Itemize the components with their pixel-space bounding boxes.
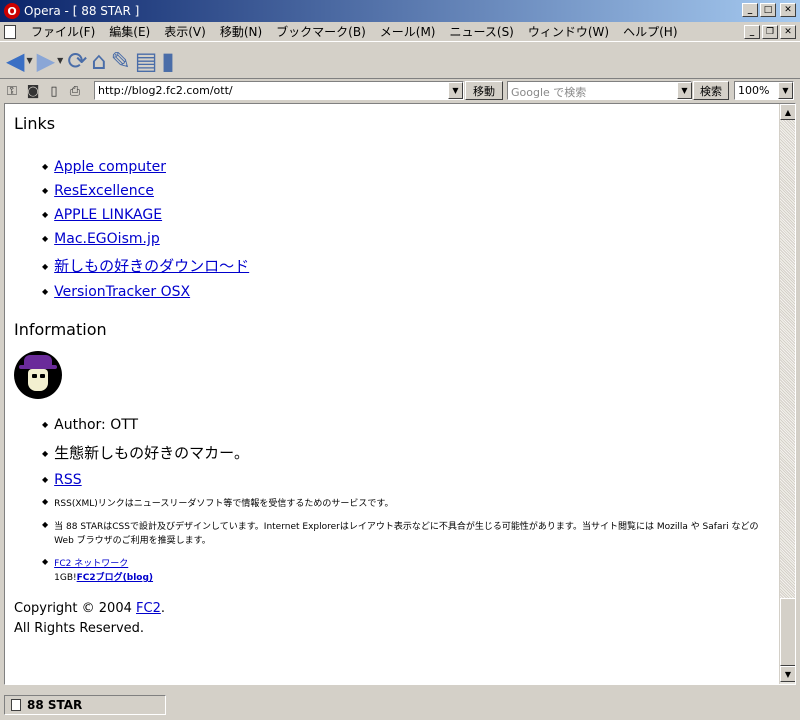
- list-item: Mac.EGOism.jp: [42, 231, 770, 247]
- url-dropdown-icon[interactable]: ▼: [448, 82, 463, 99]
- back-dropdown-icon[interactable]: ▼: [26, 56, 32, 65]
- list-item: ResExcellence: [42, 183, 770, 199]
- opera-logo-icon: O: [4, 3, 20, 19]
- css-note: 当 88 STARはCSSで設計及びデザインしています。Internet Exp…: [54, 522, 759, 546]
- forward-arrow-icon: ▶: [36, 46, 56, 75]
- link-apple-computer[interactable]: Apple computer: [54, 159, 166, 175]
- rss-link[interactable]: RSS: [54, 472, 82, 488]
- list-item: Apple computer: [42, 159, 770, 175]
- doc-minimize-icon[interactable]: _: [744, 25, 760, 39]
- menu-news[interactable]: ニュース(S): [442, 23, 520, 40]
- close-icon[interactable]: ✕: [780, 3, 796, 17]
- info-list: Author: OTT 生態新しもの好きのマカー。 RSS RSS(XML)リン…: [14, 417, 770, 585]
- fc2-block: FC2 ネットワーク 1GB!FC2ブログ(blog): [54, 557, 153, 585]
- link-apple-linkage[interactable]: APPLE LINKAGE: [54, 207, 162, 223]
- menu-file[interactable]: ファイル(F): [24, 23, 102, 40]
- minimize-icon[interactable]: _: [742, 3, 758, 17]
- list-item: RSS: [42, 472, 770, 488]
- document-window-controls: _ ❐ ✕: [744, 25, 796, 39]
- search-input[interactable]: Google で検索: [507, 81, 692, 100]
- hotlist-icon[interactable]: ✎: [111, 47, 131, 75]
- document-icon[interactable]: [4, 24, 16, 39]
- links-heading: Links: [14, 114, 56, 133]
- information-heading: Information: [14, 320, 107, 339]
- vertical-scrollbar[interactable]: ▲ ▼: [779, 104, 795, 684]
- list-item: VersionTracker OSX: [42, 284, 770, 300]
- copyright: Copyright © 2004 FC2. All Rights Reserve…: [14, 599, 770, 639]
- printer-icon[interactable]: ⎙: [67, 83, 83, 99]
- address-bar: ⚿ ◙ ▯ ⎙ http://blog2.fc2.com/ott/ ▼ 移動 G…: [0, 80, 800, 102]
- url-input[interactable]: http://blog2.fc2.com/ott/: [94, 81, 464, 100]
- title-bar: O Opera - [ 88 STAR ] _ □ ✕: [0, 0, 800, 22]
- page-viewport: Links Apple computer ResExcellence APPLE…: [4, 103, 796, 685]
- author-text: Author: OTT: [54, 417, 139, 433]
- fc2-prefix: 1GB!: [54, 573, 77, 583]
- rights-text: All Rights Reserved.: [14, 621, 145, 636]
- list-item: 生態新しもの好きのマカー。: [42, 442, 770, 463]
- menu-bar: ファイル(F) 編集(E) 表示(V) 移動(N) ブックマーク(B) メール(…: [0, 22, 800, 42]
- list-item: FC2 ネットワーク 1GB!FC2ブログ(blog): [42, 557, 770, 585]
- page-content: Links Apple computer ResExcellence APPLE…: [14, 114, 770, 639]
- maximize-icon[interactable]: □: [760, 3, 776, 17]
- menu-bookmarks[interactable]: ブックマーク(B): [269, 23, 373, 40]
- forward-button[interactable]: ▶ ▼: [37, 47, 64, 75]
- status-bar: 88 STAR: [0, 690, 800, 720]
- menu-window[interactable]: ウィンドウ(W): [521, 23, 616, 40]
- zoom-dropdown-icon[interactable]: ▼: [778, 82, 793, 99]
- fc2-link[interactable]: FC2: [136, 601, 161, 616]
- search-button[interactable]: 検索: [693, 81, 729, 100]
- list-item: 新しもの好きのダウンロ〜ド: [42, 255, 770, 276]
- links-list: Apple computer ResExcellence APPLE LINKA…: [14, 159, 770, 300]
- menu-view[interactable]: 表示(V): [157, 23, 213, 40]
- tagline-text: 生態新しもの好きのマカー。: [54, 444, 250, 462]
- scroll-thumb[interactable]: [780, 598, 795, 666]
- search-dropdown-icon[interactable]: ▼: [677, 82, 692, 99]
- status-tab[interactable]: 88 STAR: [4, 695, 166, 715]
- link-mac-egoism[interactable]: Mac.EGOism.jp: [54, 231, 160, 247]
- scroll-down-icon[interactable]: ▼: [780, 666, 795, 682]
- copyright-text: Copyright © 2004: [14, 601, 137, 616]
- security-icon[interactable]: ⚿: [4, 83, 20, 99]
- fc2-network-link[interactable]: FC2 ネットワーク: [54, 559, 128, 569]
- author-avatar: [14, 351, 62, 399]
- doc-restore-icon[interactable]: ❐: [762, 25, 778, 39]
- reload-icon[interactable]: ⟳: [67, 47, 87, 75]
- go-button[interactable]: 移動: [465, 81, 503, 100]
- scroll-up-icon[interactable]: ▲: [780, 104, 795, 120]
- forward-dropdown-icon[interactable]: ▼: [57, 56, 63, 65]
- page-tab-icon: [11, 699, 21, 711]
- link-versiontracker[interactable]: VersionTracker OSX: [54, 284, 190, 300]
- status-text: 88 STAR: [27, 698, 83, 712]
- window-title: Opera - [ 88 STAR ]: [24, 4, 140, 18]
- menu-navigate[interactable]: 移動(N): [213, 23, 269, 40]
- copyright-dot: .: [160, 601, 165, 616]
- scroll-track[interactable]: [780, 120, 795, 598]
- window-controls: _ □ ✕: [742, 3, 796, 17]
- page-icon[interactable]: ▯: [46, 83, 62, 99]
- print-icon[interactable]: ▤: [135, 47, 158, 75]
- rss-description: RSS(XML)リンクはニュースリーダソフト等で情報を受信するためのサービスです…: [54, 499, 394, 509]
- fc2-blog-link[interactable]: FC2ブログ(blog): [77, 573, 153, 583]
- back-button[interactable]: ◀ ▼: [6, 47, 33, 75]
- list-item: APPLE LINKAGE: [42, 207, 770, 223]
- menu-edit[interactable]: 編集(E): [102, 23, 157, 40]
- list-item: Author: OTT: [42, 417, 770, 433]
- camera-icon[interactable]: ◙: [25, 83, 41, 99]
- link-resexcellence[interactable]: ResExcellence: [54, 183, 154, 199]
- link-download[interactable]: 新しもの好きのダウンロ〜ド: [54, 255, 249, 276]
- doc-close-icon[interactable]: ✕: [780, 25, 796, 39]
- list-item: RSS(XML)リンクはニュースリーダソフト等で情報を受信するためのサービスです…: [42, 497, 770, 511]
- new-page-icon[interactable]: ▮: [161, 47, 174, 75]
- home-icon[interactable]: ⌂: [91, 47, 106, 75]
- list-item: 当 88 STARはCSSで設計及びデザインしています。Internet Exp…: [42, 520, 770, 548]
- menu-mail[interactable]: メール(M): [373, 23, 443, 40]
- menu-help[interactable]: ヘルプ(H): [616, 23, 684, 40]
- navigation-toolbar: ◀ ▼ ▶ ▼ ⟳ ⌂ ✎ ▤ ▮: [0, 43, 800, 79]
- back-arrow-icon: ◀: [6, 46, 25, 75]
